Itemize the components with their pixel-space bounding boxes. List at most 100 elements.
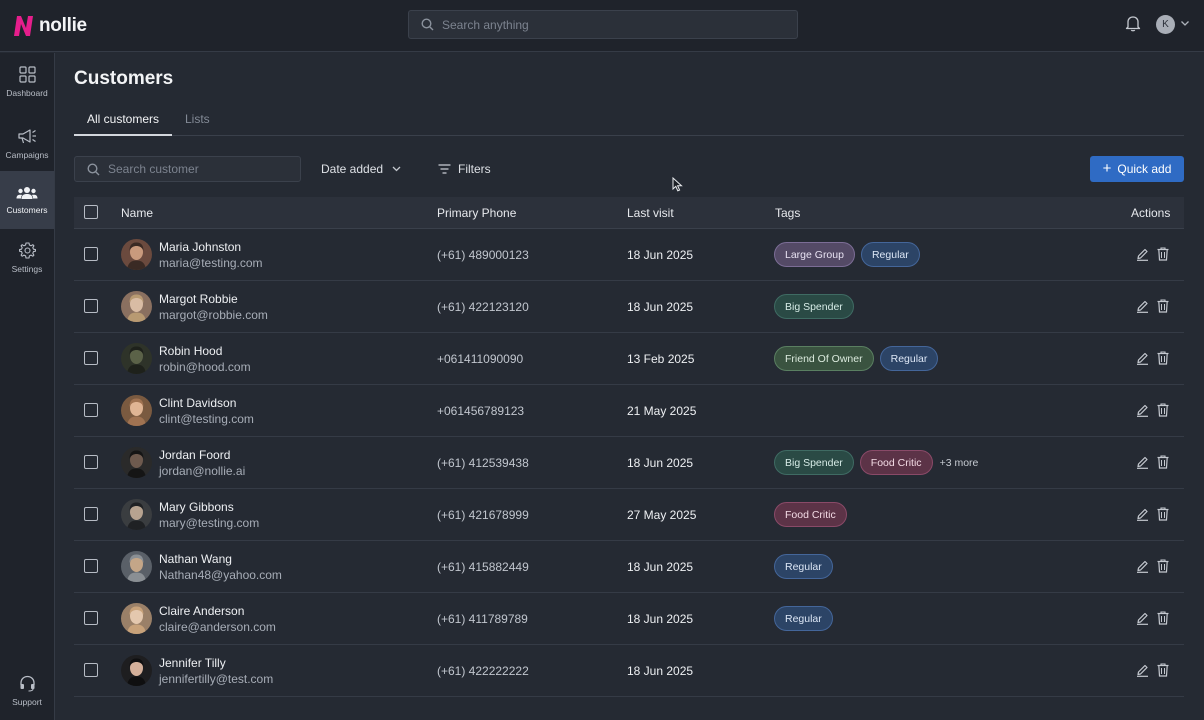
edit-icon[interactable]: [1136, 508, 1149, 521]
tab-bar: All customers Lists: [74, 106, 1184, 136]
customer-email: maria@testing.com: [159, 256, 263, 270]
filters-label: Filters: [458, 162, 491, 176]
customer-name[interactable]: Margot Robbie: [159, 292, 238, 306]
filters-button[interactable]: Filters: [438, 162, 491, 176]
row-checkbox[interactable]: [84, 455, 98, 469]
tag-badge: Big Spender: [774, 294, 854, 319]
row-checkbox[interactable]: [84, 507, 98, 521]
row-checkbox[interactable]: [84, 611, 98, 625]
app-logo[interactable]: nollie: [10, 13, 87, 39]
table-row[interactable]: Mary Gibbons mary@testing.com (+61) 4216…: [74, 489, 1184, 541]
global-search-input[interactable]: [442, 17, 762, 32]
table-row[interactable]: Jennifer Tilly jennifertilly@test.com (+…: [74, 645, 1184, 697]
trash-icon[interactable]: [1157, 455, 1169, 469]
customer-phone: (+61) 422222222: [437, 664, 529, 678]
customers-table: Name Primary Phone Last visit Tags Actio…: [74, 197, 1184, 709]
table-row[interactable]: Clint Davidson clint@testing.com +061456…: [74, 385, 1184, 437]
customer-name[interactable]: Robin Hood: [159, 344, 222, 358]
quick-add-button[interactable]: + Quick add: [1090, 156, 1184, 182]
trash-icon[interactable]: [1157, 247, 1169, 261]
table-row[interactable]: Margot Robbie margot@robbie.com (+61) 42…: [74, 281, 1184, 333]
column-header-last-visit[interactable]: Last visit: [627, 206, 674, 220]
customer-search[interactable]: [74, 156, 301, 182]
customer-avatar: [121, 395, 152, 426]
trash-icon[interactable]: [1157, 611, 1169, 625]
edit-icon[interactable]: [1136, 352, 1149, 365]
table-row[interactable]: Jordan Foord jordan@nollie.ai (+61) 4125…: [74, 437, 1184, 489]
customer-avatar: [121, 239, 152, 270]
trash-icon[interactable]: [1157, 507, 1169, 521]
edit-icon[interactable]: [1136, 664, 1149, 677]
edit-icon[interactable]: [1136, 300, 1149, 313]
customer-name[interactable]: Jordan Foord: [159, 448, 230, 462]
customer-search-input[interactable]: [108, 162, 288, 176]
table-row[interactable]: Robin Hood robin@hood.com +061411090090 …: [74, 333, 1184, 385]
customer-email: robin@hood.com: [159, 360, 251, 374]
customer-phone: +061456789123: [437, 404, 525, 418]
customer-email: margot@robbie.com: [159, 308, 268, 322]
sort-dropdown[interactable]: Date added: [321, 162, 401, 176]
sort-label: Date added: [321, 162, 384, 176]
edit-icon[interactable]: [1136, 456, 1149, 469]
customer-tags: Regular: [774, 606, 839, 631]
tab-lists[interactable]: Lists: [185, 106, 210, 136]
column-header-name[interactable]: Name: [121, 206, 153, 220]
edit-icon[interactable]: [1136, 612, 1149, 625]
sidebar-item-label: Campaigns: [5, 150, 49, 160]
customer-email: jordan@nollie.ai: [159, 464, 246, 478]
sidebar-item-customers[interactable]: Customers: [0, 171, 54, 229]
sidebar: Dashboard Campaigns Customers Settings S…: [0, 53, 55, 720]
table-row: [74, 697, 1184, 709]
sidebar-item-support[interactable]: Support: [0, 663, 54, 719]
trash-icon[interactable]: [1157, 559, 1169, 573]
customer-name[interactable]: Maria Johnston: [159, 240, 241, 254]
bell-icon[interactable]: [1125, 15, 1141, 32]
column-header-phone[interactable]: Primary Phone: [437, 206, 516, 220]
customer-last-visit: 18 Jun 2025: [627, 300, 694, 314]
edit-icon[interactable]: [1136, 248, 1149, 261]
user-avatar[interactable]: K: [1156, 15, 1175, 34]
sidebar-item-settings[interactable]: Settings: [0, 229, 54, 287]
page-title: Customers: [74, 68, 174, 89]
select-all-checkbox[interactable]: [84, 205, 98, 219]
customer-phone: (+61) 412539438: [437, 456, 529, 470]
users-icon: [16, 186, 38, 199]
table-row[interactable]: Claire Anderson claire@anderson.com (+61…: [74, 593, 1184, 645]
customer-last-visit: 18 Jun 2025: [627, 560, 694, 574]
customer-phone: (+61) 422123120: [437, 300, 529, 314]
trash-icon[interactable]: [1157, 351, 1169, 365]
top-bar: nollie K: [0, 0, 1204, 52]
sidebar-item-label: Customers: [6, 204, 48, 215]
row-checkbox[interactable]: [84, 403, 98, 417]
row-checkbox[interactable]: [84, 663, 98, 677]
row-checkbox[interactable]: [84, 247, 98, 261]
customer-name[interactable]: Mary Gibbons: [159, 500, 234, 514]
table-row[interactable]: Nathan Wang Nathan48@yahoo.com (+61) 415…: [74, 541, 1184, 593]
row-checkbox[interactable]: [84, 299, 98, 313]
edit-icon[interactable]: [1136, 560, 1149, 573]
customer-name[interactable]: Clint Davidson: [159, 396, 236, 410]
filter-icon: [438, 164, 451, 174]
customer-avatar: [121, 499, 152, 530]
table-row[interactable]: Maria Johnston maria@testing.com (+61) 4…: [74, 229, 1184, 281]
row-checkbox[interactable]: [84, 351, 98, 365]
trash-icon[interactable]: [1157, 403, 1169, 417]
trash-icon[interactable]: [1157, 299, 1169, 313]
chevron-down-icon[interactable]: [1180, 20, 1190, 27]
customer-tags: Friend Of Owner Regular: [774, 346, 944, 371]
grid-icon: [18, 66, 36, 83]
edit-icon[interactable]: [1136, 404, 1149, 417]
trash-icon[interactable]: [1157, 663, 1169, 677]
customer-phone: (+61) 489000123: [437, 248, 529, 262]
tag-badge: Friend Of Owner: [774, 346, 874, 371]
customer-name[interactable]: Nathan Wang: [159, 552, 232, 566]
more-tags-link[interactable]: +3 more: [940, 457, 979, 469]
sidebar-item-dashboard[interactable]: Dashboard: [0, 53, 54, 111]
row-checkbox[interactable]: [84, 559, 98, 573]
sidebar-item-campaigns[interactable]: Campaigns: [0, 115, 54, 173]
customer-name[interactable]: Claire Anderson: [159, 604, 244, 618]
global-search[interactable]: [408, 10, 798, 39]
customer-name[interactable]: Jennifer Tilly: [159, 656, 226, 670]
tab-all-customers[interactable]: All customers: [74, 106, 172, 136]
column-header-actions: Actions: [1131, 206, 1171, 220]
